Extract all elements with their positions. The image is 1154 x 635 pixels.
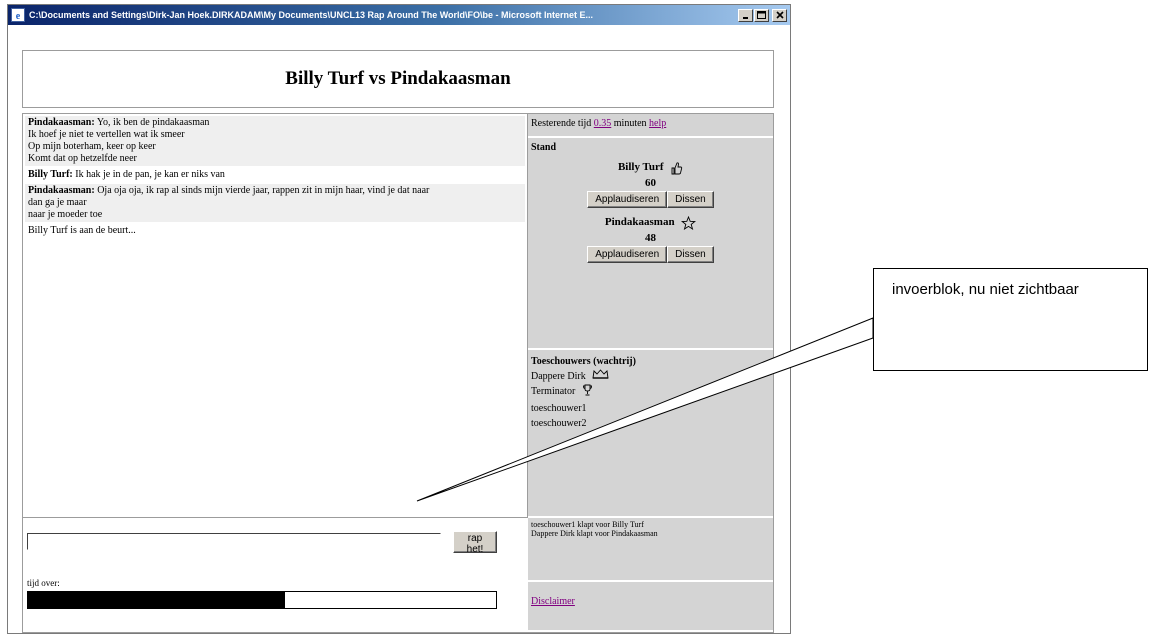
callout-text: invoerblok, nu niet zichtbaar <box>892 281 1079 298</box>
annotation-callout: invoerblok, nu niet zichtbaar <box>873 268 1148 371</box>
